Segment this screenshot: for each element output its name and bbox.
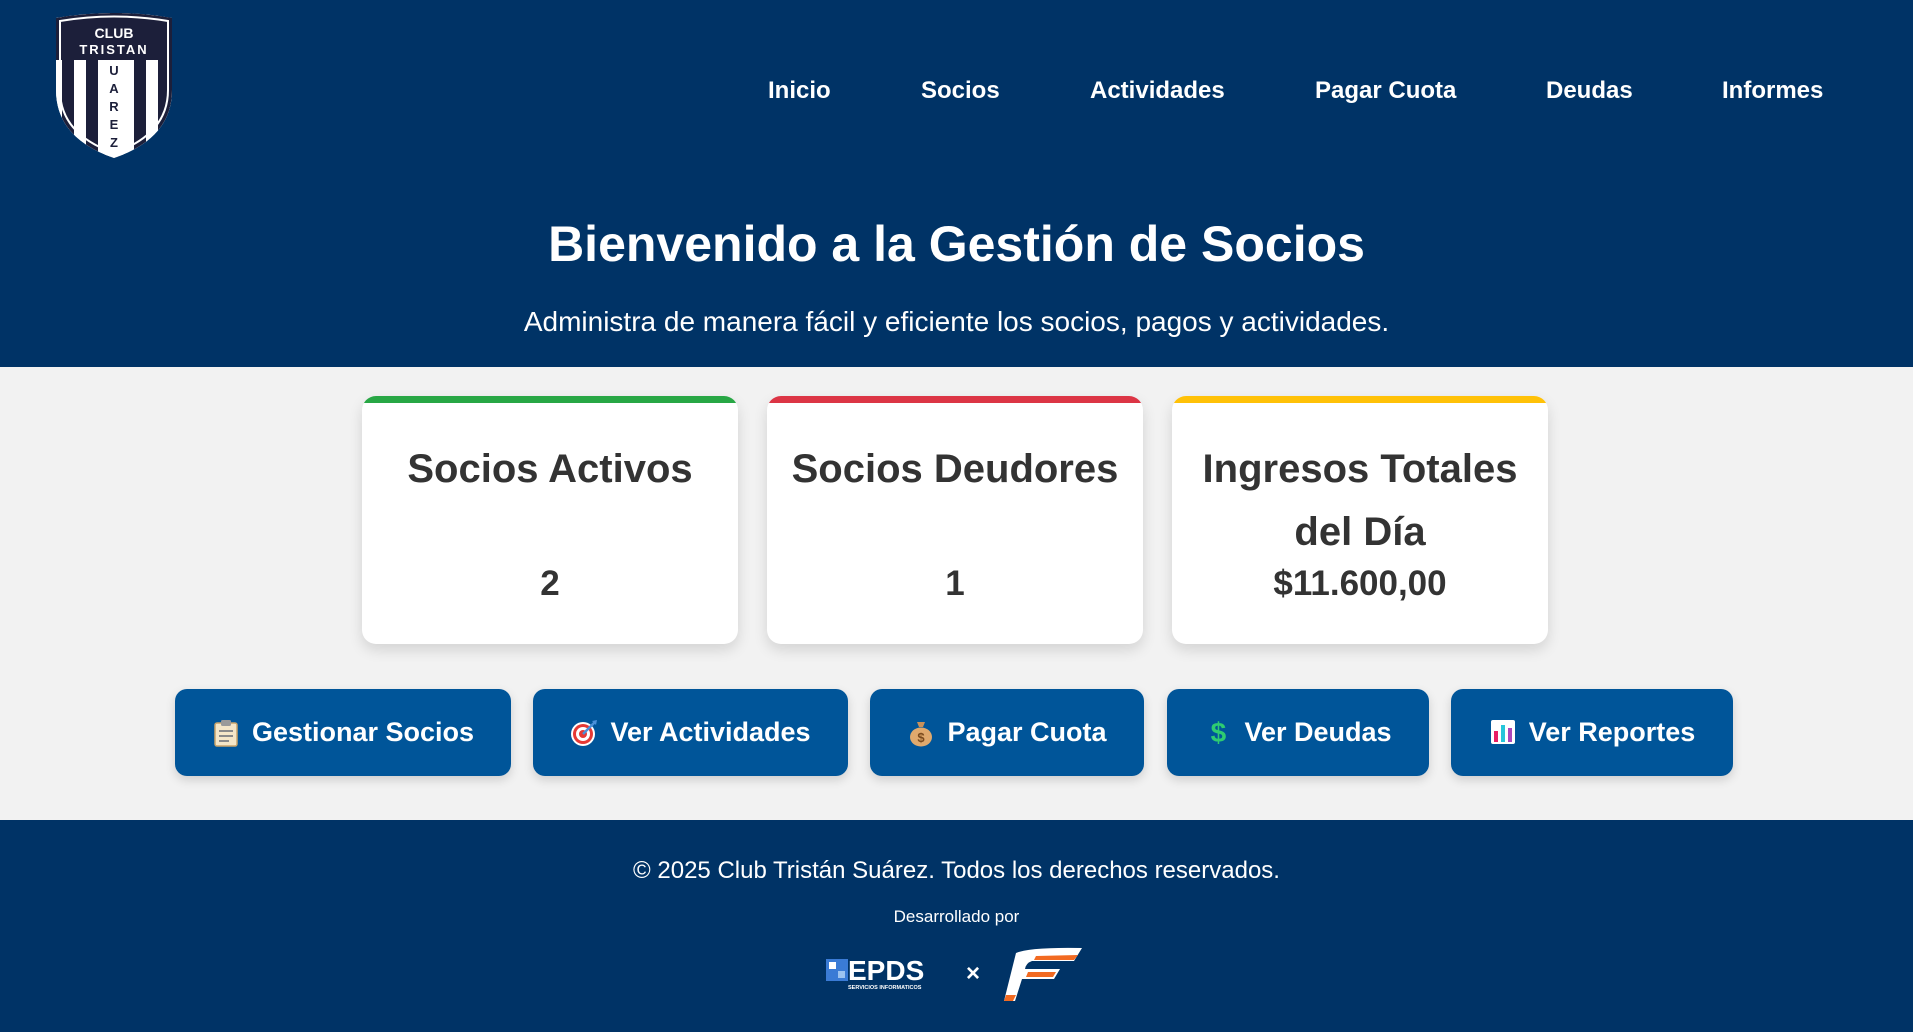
stat-card-title: Socios Deudores (791, 447, 1119, 491)
nav-link-pagar-cuota[interactable]: Pagar Cuota (1315, 77, 1456, 105)
target-icon (570, 719, 598, 747)
epds-logo-text: EPDS (848, 955, 924, 986)
button-label: Gestionar Socios (251, 717, 475, 747)
logo-text-tristan: TRISTAN (79, 42, 148, 57)
clipboard-icon (212, 719, 240, 747)
card-accent-bar (362, 396, 738, 403)
view-activities-button[interactable]: Ver Actividades (533, 689, 848, 776)
main-nav: Inicio Socios Actividades Pagar Cuota De… (0, 73, 1913, 113)
epds-logo[interactable]: EPDS SERVICIOS INFORMATICOS (826, 955, 924, 991)
logo-letter: E (110, 117, 119, 132)
logo-text-club: CLUB (95, 25, 134, 41)
manage-members-button[interactable]: Gestionar Socios (175, 689, 511, 776)
stat-card-value: $11.600,00 (1273, 564, 1447, 603)
dollar-sign-icon: $ (1210, 716, 1227, 748)
header: CLUB TRISTAN U A R E Z Inicio Socios Act… (0, 0, 1913, 367)
pay-fee-button[interactable]: $ Pagar Cuota (870, 689, 1144, 776)
logo-letter: Z (110, 135, 118, 150)
stat-card-daily-income: Ingresos Totales del Día $11.600,00 (1172, 396, 1548, 644)
nav-link-inicio[interactable]: Inicio (768, 77, 831, 105)
view-reports-button[interactable]: Ver Reportes (1451, 689, 1733, 776)
hero-subtitle: Administra de manera fácil y eficiente l… (523, 306, 1390, 337)
footer-developed-by: Desarrollado por (893, 907, 1020, 926)
developer-brands: EPDS SERVICIOS INFORMATICOS × (826, 947, 1082, 1001)
card-accent-bar (1172, 396, 1548, 403)
button-label: Ver Reportes (1528, 717, 1696, 747)
stat-card-title: Socios Activos (407, 447, 693, 491)
card-accent-bar (767, 396, 1143, 403)
button-label: Ver Deudas (1244, 717, 1392, 747)
brand-separator: × (966, 960, 980, 987)
stat-card-value: 1 (945, 564, 965, 603)
button-label: Pagar Cuota (947, 717, 1107, 747)
footer: © 2025 Club Tristán Suárez. Todos los de… (0, 820, 1913, 1032)
button-label: Ver Actividades (610, 717, 811, 747)
nav-link-actividades[interactable]: Actividades (1090, 77, 1225, 105)
stat-card-title: Ingresos Totales del Día (1202, 447, 1518, 554)
view-debts-button[interactable]: $ Ver Deudas (1167, 689, 1429, 776)
money-bag-icon: $ (907, 719, 935, 747)
nav-link-socios[interactable]: Socios (921, 77, 1000, 105)
stat-card-debtor-members: Socios Deudores 1 (767, 396, 1143, 644)
nav-link-deudas[interactable]: Deudas (1546, 77, 1633, 105)
epds-logo-subtext: SERVICIOS INFORMATICOS (848, 985, 922, 991)
bar-chart-icon (1489, 719, 1517, 747)
f-brand-logo[interactable] (1004, 947, 1082, 1001)
nav-link-informes[interactable]: Informes (1722, 77, 1823, 105)
stat-card-value: 2 (540, 564, 560, 603)
svg-text:$: $ (918, 730, 926, 745)
stat-card-active-members: Socios Activos 2 (362, 396, 738, 644)
hero-title: Bienvenido a la Gestión de Socios (548, 216, 1365, 272)
footer-copyright: © 2025 Club Tristán Suárez. Todos los de… (633, 857, 1280, 884)
